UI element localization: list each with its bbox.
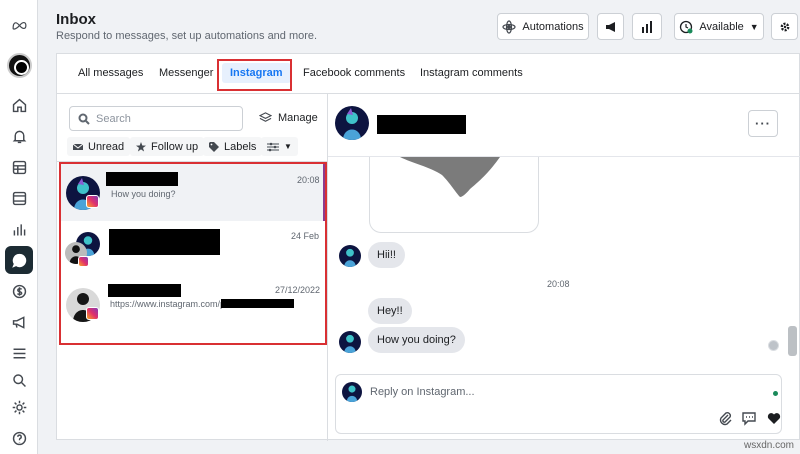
reply-composer[interactable]: Reply on Instagram... [335,374,782,434]
manage-button[interactable]: Manage [259,111,318,124]
meta-logo-icon[interactable] [0,12,38,38]
settings-gear-icon[interactable] [0,394,38,420]
seen-indicator-icon [768,340,779,351]
filter-follow-up-label: Follow up [151,140,199,153]
redacted-chat-name [377,115,466,134]
message-avatar [339,245,361,267]
insights-icon[interactable] [0,216,38,242]
column-divider [327,94,328,441]
content-icon[interactable] [0,185,38,211]
conversation-list-highlight-box [59,162,327,345]
search-icon [78,113,90,125]
insights-button[interactable] [632,13,662,40]
promote-button[interactable] [597,13,624,40]
ads-megaphone-icon[interactable] [0,309,38,335]
settings-button[interactable] [771,13,798,40]
home-icon[interactable] [0,92,38,118]
search-input[interactable]: Search [69,106,243,131]
gear-icon [780,22,789,31]
more-filters-button[interactable]: ▼ [261,137,298,156]
message-bubble: Hii!! [368,242,405,268]
chevron-down-icon: ▼ [284,142,292,151]
attachment-paperclip-icon[interactable] [717,410,733,426]
bar-chart-icon [642,20,652,33]
status-clock-icon [680,20,693,33]
inbox-icon[interactable] [5,246,33,274]
account-avatar[interactable] [7,53,32,78]
search-rail-icon[interactable] [0,367,38,393]
automations-icon [502,19,517,34]
composer-status-dot [773,391,778,396]
monetization-icon[interactable] [0,278,38,304]
message-bubble: How you doing? [368,327,465,353]
star-icon [136,141,146,151]
filter-follow-up[interactable]: Follow up [130,137,205,156]
inbox-panel: All messages Messenger Instagram Faceboo… [56,53,800,441]
composer-avatar [342,382,362,402]
message-avatar [339,331,361,353]
shared-media-card[interactable] [369,157,539,233]
layers-icon [259,112,272,122]
tag-icon [209,141,219,152]
automations-button[interactable]: Automations [497,13,589,40]
filter-labels-label: Labels [224,140,257,153]
chat-scrollbar[interactable] [788,326,797,356]
message-bubble: Hey!! [368,298,412,324]
availability-dropdown[interactable]: Available ▼ [674,13,764,40]
ellipsis-icon: ··· [755,116,771,131]
tab-messenger[interactable]: Messenger [159,67,213,79]
page-subtitle: Respond to messages, set up automations … [56,30,318,42]
filter-unread[interactable]: Unread [67,137,131,156]
availability-label: Available [699,20,744,33]
search-placeholder: Search [96,112,131,125]
sliders-icon [267,142,279,151]
more-options-button[interactable]: ··· [748,110,778,137]
filter-labels[interactable]: Labels [203,137,263,156]
manage-label: Manage [278,111,318,124]
automations-label: Automations [522,20,584,33]
media-image [400,157,500,197]
envelope-icon [73,143,83,150]
chat-timestamp: 20:08 [547,279,570,289]
heart-icon[interactable] [766,410,782,426]
all-tools-menu-icon[interactable] [0,340,38,366]
tab-highlight-box [217,59,292,91]
chevron-down-icon: ▼ [749,21,759,32]
filter-unread-label: Unread [88,140,125,153]
reply-input[interactable]: Reply on Instagram... [370,386,475,398]
tab-instagram-comments[interactable]: Instagram comments [420,67,523,79]
chat-contact-avatar[interactable] [335,106,369,140]
watermark: wsxdn.com [744,440,795,451]
tab-all-messages[interactable]: All messages [78,67,143,79]
tab-facebook-comments[interactable]: Facebook comments [303,67,405,79]
planner-icon[interactable] [0,154,38,180]
saved-replies-icon[interactable] [741,410,757,426]
page-title: Inbox [56,11,96,28]
megaphone-icon [605,21,615,32]
help-icon[interactable] [0,425,38,451]
notifications-bell-icon[interactable] [0,123,38,149]
inbox-tabs: All messages Messenger Instagram Faceboo… [57,54,800,94]
left-rail [0,0,38,454]
